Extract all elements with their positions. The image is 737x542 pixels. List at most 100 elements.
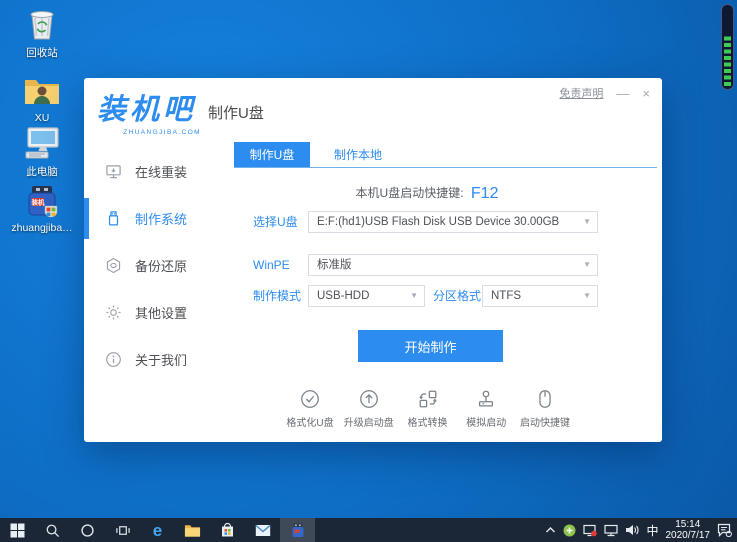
app-logo-title: 装机吧 [97,94,197,126]
tray-chevron-up-icon[interactable] [545,526,556,534]
desktop-icon-this-pc[interactable]: 此电脑 [13,124,71,179]
sidebar: 在线重装 制作系统 备份还原 其他设置 关于我们 [84,148,234,383]
mail-envelope-icon [255,524,270,536]
sidebar-item-backup-restore[interactable]: 备份还原 [84,242,234,289]
usb-select-value: E:F:(hd1)USB Flash Disk USB Device 30.00… [317,216,560,228]
winpe-label: WinPE [253,258,290,272]
minimize-button[interactable]: — [616,87,629,100]
make-mode-label: 制作模式 [253,289,302,303]
tool-format-convert[interactable]: 格式转换 [400,388,456,429]
system-tray: 中 15:14 2020/7/17 [545,518,737,542]
make-system-icon [108,211,119,226]
disclaimer-link[interactable]: 免责声明 [559,85,603,101]
active-indicator [84,198,89,239]
desktop-icon-zhuangjiba-app[interactable]: 装机 zhuangjiba… [11,182,73,234]
sidebar-item-label: 其他设置 [135,306,188,321]
start-make-button[interactable]: 开始制作 [358,330,503,362]
format-usb-icon [301,390,319,408]
task-view-icon [115,525,130,535]
winpe-value: 标准版 [317,259,352,271]
taskbar-clock[interactable]: 15:14 2020/7/17 [666,519,711,541]
tools-row: 格式化U盘 升级启动盘 格式转换 模拟启动 启动快捷键 [282,388,573,429]
sidebar-item-other-settings[interactable]: 其他设置 [84,289,234,336]
window-controls: 免责声明 — × [559,85,650,101]
info-icon [106,352,121,367]
desktop-icon-user-folder[interactable]: XU [13,72,71,124]
cortana-circle-icon [81,523,94,537]
partition-format-value: NTFS [491,290,522,302]
tab-make-usb[interactable]: 制作U盘 [234,142,310,167]
usb-select-label: 选择U盘 [253,215,298,229]
taskbar: e 中 15:14 2020/7/17 [0,518,737,542]
desktop-icon-label: 此电脑 [26,166,58,178]
search-icon [46,524,60,537]
tool-upgrade-boot-disk[interactable]: 升级启动盘 [341,388,397,429]
tool-format-usb[interactable]: 格式化U盘 [282,388,338,429]
winpe-dropdown[interactable]: 标准版 ▼ [308,254,598,276]
task-view-button[interactable] [105,518,140,542]
make-mode-value: USB-HDD [317,290,370,302]
user-folder-icon [22,72,62,110]
taskbar-search-button[interactable] [35,518,70,542]
this-pc-icon [22,124,62,162]
tray-volume-icon[interactable] [625,524,639,536]
tray-screen-notification-icon[interactable] [583,524,598,537]
zhuangjiba-app-icon: 装机 [22,182,62,220]
settings-gear-icon [106,305,121,320]
windows-logo-icon [10,523,25,537]
upgrade-boot-icon [359,390,378,408]
clock-date: 2020/7/17 [665,530,711,541]
desktop-icon-label: XU [34,112,50,124]
boot-hotkey-line: 本机U盘启动快捷键: F12 [234,184,620,203]
cortana-button[interactable] [70,518,105,542]
recycle-bin-icon [22,5,62,43]
online-reinstall-icon [106,165,121,179]
chevron-down-icon: ▼ [583,260,591,269]
edge-browser-button[interactable]: e [140,518,175,542]
partition-format-dropdown[interactable]: NTFS ▼ [482,285,598,307]
taskbar-left: e [0,518,315,542]
boot-hotkey-label: 本机U盘启动快捷键: [355,186,464,200]
mail-button[interactable] [245,518,280,542]
desktop-icon-recycle-bin[interactable]: 回收站 [13,5,71,60]
zhuangjiba-taskbar-icon [292,523,303,537]
usb-select-dropdown[interactable]: E:F:(hd1)USB Flash Disk USB Device 30.00… [308,211,598,233]
svg-text:装机: 装机 [31,198,46,207]
page-title: 制作U盘 [208,105,264,122]
tab-make-local[interactable]: 制作本地 [320,142,396,167]
chevron-down-icon: ▼ [583,291,591,300]
tray-security-icon[interactable] [563,524,576,537]
microsoft-store-button[interactable] [210,518,245,542]
backup-restore-icon [106,257,121,274]
boot-hotkey-value: F12 [470,185,499,202]
desktop-icon-label: zhuangjiba… [11,222,73,234]
taskbar-zhuangjiba-app[interactable] [280,518,315,542]
app-logo: 装机吧 ZHUANGJIBA.COM [97,86,201,136]
ime-indicator[interactable]: 中 [646,522,658,539]
action-center-icon[interactable] [717,523,732,537]
format-convert-icon [418,390,437,408]
boot-hotkey-mouse-icon [539,390,551,408]
clock-time: 15:14 [675,519,701,530]
store-bag-icon [222,522,233,537]
start-button[interactable] [0,518,35,542]
sidebar-item-make-system[interactable]: 制作系统 [84,195,234,242]
simulate-boot-icon [479,390,494,407]
chevron-down-icon: ▼ [410,291,418,300]
close-button[interactable]: × [642,87,650,100]
level-meter [721,4,734,90]
sidebar-item-label: 关于我们 [135,353,188,368]
make-mode-dropdown[interactable]: USB-HDD ▼ [308,285,425,307]
sidebar-item-label: 在线重装 [135,165,188,180]
tool-simulate-boot[interactable]: 模拟启动 [458,388,514,429]
file-explorer-button[interactable] [175,518,210,542]
folder-icon [184,524,201,537]
tool-boot-hotkey[interactable]: 启动快捷键 [517,388,573,429]
sidebar-item-label: 备份还原 [135,259,188,274]
sidebar-item-about-us[interactable]: 关于我们 [84,336,234,383]
edge-icon: e [152,520,163,540]
level-meter-bars [724,34,731,86]
app-window: 免责声明 — × 装机吧 ZHUANGJIBA.COM 制作U盘 在线重装 制作… [84,78,662,442]
sidebar-item-online-reinstall[interactable]: 在线重装 [84,148,234,195]
tray-network-icon[interactable] [604,524,619,537]
